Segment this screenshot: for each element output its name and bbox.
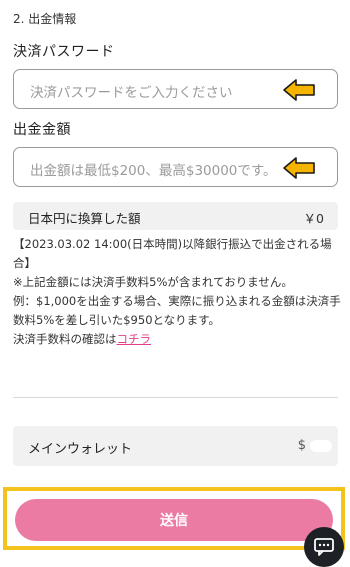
note-line: 例：$1,000を出金する場合、実際に振り込まれる金額は決済手数料5%を差し引い… <box>13 294 341 327</box>
yen-conversion-box: 日本円に換算した額 ￥0 <box>13 202 338 230</box>
amount-label: 出金金額 <box>13 122 71 138</box>
yen-label: 日本円に換算した額 <box>28 211 141 226</box>
submit-button[interactable]: 送信 <box>15 499 333 541</box>
note-line: 決済手数料の確認はコチラ <box>13 330 343 349</box>
section-title: 2. 出金情報 <box>13 12 77 26</box>
note-line: 【2023.03.02 14:00(日本時間)以降銀行振込で出金される場合】 <box>13 237 332 270</box>
withdrawal-notes: 【2023.03.02 14:00(日本時間)以降銀行振込で出金される場合】 ※… <box>13 235 343 349</box>
chat-button[interactable] <box>304 527 344 567</box>
arrow-left-icon <box>283 157 315 179</box>
wallet-toggle[interactable] <box>310 440 332 452</box>
amount-placeholder: 出金額は最低$200、最高$30000です。 <box>30 163 277 179</box>
wallet-selector[interactable]: メインウォレット $ <box>13 426 338 466</box>
note-fee-prefix: 決済手数料の確認は <box>13 332 117 346</box>
note-line: ※上記金額には決済手数料5%が含まれておりません。 <box>13 275 293 289</box>
amount-field[interactable]: 出金額は最低$200、最高$30000です。 <box>13 147 338 187</box>
chat-icon <box>314 538 334 556</box>
divider <box>13 397 338 398</box>
wallet-label: メインウォレット <box>28 442 133 457</box>
arrow-left-icon <box>283 79 315 101</box>
fee-details-link[interactable]: コチラ <box>117 332 152 346</box>
password-field[interactable]: 決済パスワードをご入力ください <box>13 69 338 109</box>
password-placeholder: 決済パスワードをご入力ください <box>30 85 233 101</box>
wallet-currency: $ <box>297 438 306 453</box>
yen-value: ￥0 <box>303 211 324 226</box>
password-label: 決済パスワード <box>13 44 115 60</box>
submit-highlight: 送信 <box>3 487 345 550</box>
